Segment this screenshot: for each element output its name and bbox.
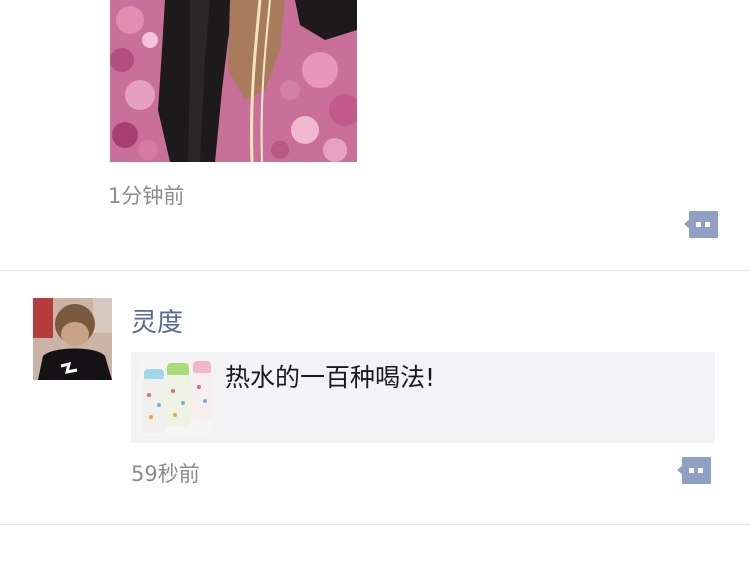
user-avatar-image [33,298,112,380]
link-title: 热水的一百种喝法! [225,363,436,392]
username[interactable]: 灵度 [131,306,183,340]
comment-bubble-icon [677,457,711,484]
photo-image [110,0,357,162]
link-thumbnail [139,361,213,435]
link-card[interactable]: 热水的一百种喝法! [131,352,715,443]
post-divider [0,270,750,271]
post-timestamp: 59秒前 [131,462,200,486]
avatar[interactable] [33,298,112,380]
post-timestamp: 1分钟前 [108,184,185,208]
post-divider [0,524,750,525]
post-photo[interactable] [110,0,357,162]
comment-button[interactable] [677,457,711,485]
comment-button[interactable] [684,211,718,239]
thermos-bottles-image [139,361,213,435]
comment-bubble-icon [684,211,718,238]
